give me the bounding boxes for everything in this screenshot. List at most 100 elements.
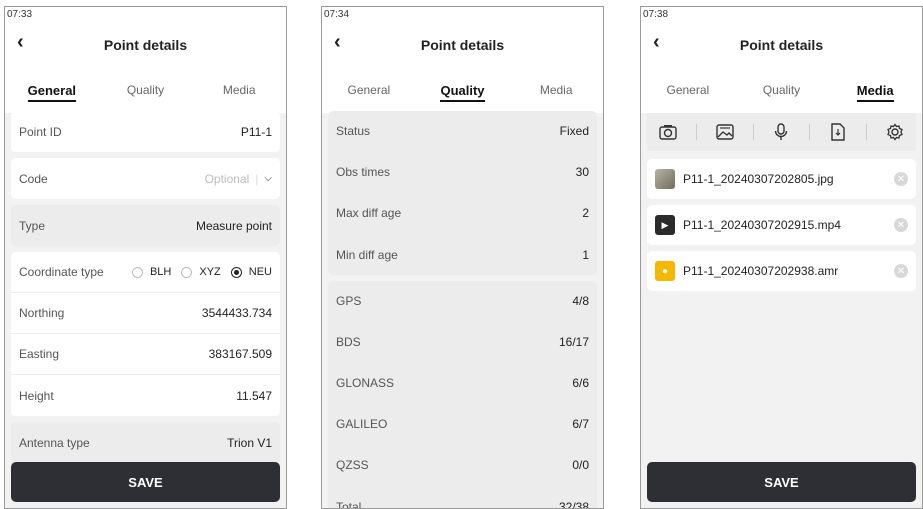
- height-label: Height: [19, 388, 54, 403]
- glonass-value: 6/6: [572, 376, 589, 390]
- qzss-value: 0/0: [572, 458, 589, 472]
- satellite-group: GPS 4/8 BDS 16/17 GLONASS 6/6 GALILEO 6/7 QZ…: [328, 281, 597, 509]
- height-row[interactable]: Height 11.547: [11, 375, 280, 416]
- screen-media: 07:38 ‹ Point details General Quality Me…: [640, 6, 923, 509]
- tab-general[interactable]: General: [5, 82, 99, 102]
- height-value: 11.547: [236, 388, 272, 403]
- media-file-name: P11-1_20240307202938.amr: [683, 264, 839, 278]
- status-group: Status Fixed Obs times 30 Max diff age 2 Mi…: [328, 111, 597, 275]
- galileo-value: 6/7: [572, 417, 589, 431]
- audio-file-icon: ●: [655, 261, 675, 281]
- type-label: Type: [19, 218, 46, 233]
- gps-row: GPS 4/8: [328, 281, 597, 322]
- file-icon[interactable]: [823, 120, 853, 144]
- northing-value: 3544433.734: [201, 306, 272, 320]
- easting-row[interactable]: Easting 383167.509: [11, 334, 280, 375]
- radio-neu[interactable]: [230, 266, 242, 278]
- type-row: Type Measure point: [11, 205, 280, 246]
- obs-times-row: Obs times 30: [328, 152, 597, 193]
- back-chevron-icon[interactable]: ‹: [334, 31, 341, 54]
- media-file-item[interactable]: ● P11-1_20240307202938.amr ✕: [647, 251, 916, 291]
- screen-quality: 07:34 ‹ Point details General Quality Me…: [321, 6, 604, 509]
- status-time: 07:33: [5, 7, 286, 23]
- media-file-item[interactable]: ▶ P11-1_20240307202915.mp4 ✕: [647, 205, 916, 245]
- coordinate-type-row: Coordinate type BLH XYZ NEU: [11, 252, 280, 293]
- tab-bar: General Quality Media: [5, 67, 286, 113]
- radio-neu-label: NEU: [248, 266, 272, 278]
- app-bar: ‹ Point details: [322, 23, 603, 67]
- radio-blh-label: BLH: [149, 266, 172, 278]
- radio-blh[interactable]: [131, 266, 143, 278]
- back-chevron-icon[interactable]: ‹: [17, 31, 24, 54]
- camera-icon[interactable]: [653, 120, 683, 144]
- glonass-label: GLONASS: [336, 376, 395, 390]
- galileo-label: GALILEO: [336, 417, 388, 431]
- radio-xyz[interactable]: [181, 266, 193, 278]
- obs-times-value: 30: [575, 165, 589, 179]
- status-time: 07:38: [641, 7, 922, 23]
- image-icon[interactable]: [710, 120, 740, 144]
- galileo-row: GALILEO 6/7: [328, 404, 597, 445]
- antenna-card: Antenna type Trion V1: [11, 422, 280, 463]
- easting-label: Easting: [19, 347, 60, 361]
- tab-quality[interactable]: Quality: [735, 83, 829, 97]
- save-button[interactable]: SAVE: [11, 462, 280, 502]
- screen-general: 07:33 ‹ Point details General Quality Me…: [4, 6, 287, 509]
- remove-icon[interactable]: ✕: [894, 172, 908, 186]
- image-thumbnail-icon: [655, 169, 675, 189]
- antenna-type-row: Antenna type Trion V1: [11, 422, 280, 463]
- glonass-row: GLONASS 6/6: [328, 363, 597, 404]
- easting-value: 383167.509: [208, 347, 272, 361]
- tab-media[interactable]: Media: [192, 83, 286, 97]
- total-label: Total: [336, 499, 362, 509]
- status-row: Status Fixed: [328, 111, 597, 152]
- point-id-value: P11-1: [240, 124, 272, 139]
- bds-row: BDS 16/17: [328, 322, 597, 363]
- tab-media[interactable]: Media: [828, 82, 922, 102]
- tab-media[interactable]: Media: [509, 83, 603, 97]
- chevron-down-icon[interactable]: ⌵: [264, 173, 272, 184]
- obs-times-label: Obs times: [336, 165, 391, 179]
- app-bar: ‹ Point details: [5, 23, 286, 67]
- bds-value: 16/17: [558, 335, 589, 349]
- qzss-label: QZSS: [336, 458, 369, 472]
- qzss-row: QZSS 0/0: [328, 445, 597, 486]
- coordinate-type-radios: BLH XYZ NEU: [126, 266, 272, 278]
- media-file-name: P11-1_20240307202915.mp4: [683, 218, 841, 232]
- media-file-item[interactable]: P11-1_20240307202805.jpg ✕: [647, 159, 916, 199]
- status-time: 07:34: [322, 7, 603, 23]
- min-diff-age-label: Min diff age: [336, 247, 398, 262]
- coordinate-card: Coordinate type BLH XYZ NEU Northing 354…: [11, 252, 280, 416]
- northing-row[interactable]: Northing 3544433.734: [11, 293, 280, 334]
- video-thumbnail-icon: ▶: [655, 215, 675, 235]
- gps-label: GPS: [336, 294, 362, 308]
- antenna-type-label: Antenna type: [19, 435, 90, 450]
- type-value: Measure point: [195, 218, 272, 233]
- max-diff-age-row: Max diff age 2: [328, 193, 597, 234]
- back-chevron-icon[interactable]: ‹: [653, 31, 660, 54]
- point-id-label: Point ID: [19, 124, 62, 139]
- remove-icon[interactable]: ✕: [894, 264, 908, 278]
- max-diff-age-label: Max diff age: [336, 206, 402, 220]
- app-bar: ‹ Point details: [641, 23, 922, 67]
- code-placeholder: Optional: [204, 171, 250, 186]
- tab-bar: General Quality Media: [322, 67, 603, 113]
- settings-icon[interactable]: [880, 120, 910, 144]
- tab-quality[interactable]: Quality: [99, 83, 193, 97]
- status-label: Status: [336, 124, 371, 138]
- tab-bar: General Quality Media: [641, 67, 922, 113]
- bds-label: BDS: [336, 335, 361, 349]
- tab-general[interactable]: General: [641, 83, 735, 97]
- media-file-name: P11-1_20240307202805.jpg: [683, 172, 834, 186]
- save-button[interactable]: SAVE: [647, 462, 916, 502]
- code-row[interactable]: Code Optional | ⌵: [11, 158, 280, 199]
- tab-general[interactable]: General: [322, 83, 416, 97]
- page-title: Point details: [739, 37, 824, 53]
- point-id-row[interactable]: Point ID P11-1: [11, 111, 280, 152]
- remove-icon[interactable]: ✕: [894, 218, 908, 232]
- microphone-icon[interactable]: [766, 120, 796, 144]
- page-title: Point details: [103, 37, 188, 53]
- type-card: Type Measure point: [11, 205, 280, 246]
- tab-quality[interactable]: Quality: [416, 82, 510, 102]
- antenna-type-value: Trion V1: [227, 435, 272, 450]
